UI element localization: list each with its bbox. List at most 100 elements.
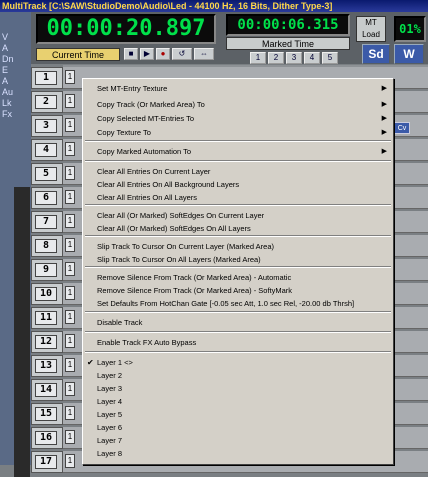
record-button[interactable]: ● — [156, 48, 170, 60]
menu-item[interactable]: Layer 4 — [83, 396, 393, 408]
menu-item-label: Layer 2 — [97, 371, 123, 380]
menu-item[interactable]: Layer 6 — [83, 422, 393, 434]
menu-item[interactable]: Layer 7 — [83, 435, 393, 447]
locate-button-2[interactable]: 2 — [268, 52, 284, 64]
track-number[interactable]: 3 — [35, 119, 57, 133]
menu-item-label: Copy Marked Automation To — [97, 147, 192, 156]
menu-item[interactable]: Layer 5 — [83, 409, 393, 421]
track-number[interactable]: 16 — [35, 431, 57, 445]
menu-item[interactable]: Clear All (Or Marked) SoftEdges On All L… — [83, 223, 393, 235]
menu-item-label: Copy Selected MT-Entries To — [97, 114, 194, 123]
left-toolbar-label[interactable]: Fx — [2, 109, 14, 120]
track-number[interactable]: 7 — [35, 215, 57, 229]
track-header[interactable]: 5 — [31, 163, 63, 185]
menu-item-label: Clear All (Or Marked) SoftEdges On Curre… — [97, 211, 265, 220]
left-toolbar-label[interactable]: A — [2, 43, 14, 54]
track-number[interactable]: 6 — [35, 191, 57, 205]
left-toolbar-label[interactable]: Dn — [2, 54, 14, 65]
menu-item[interactable]: ✔ Layer 1 <> — [83, 357, 393, 369]
track-header[interactable]: 17 — [31, 451, 63, 473]
left-toolbar-label[interactable]: A — [2, 76, 14, 87]
menu-item[interactable]: Copy Selected MT-Entries To ▶ — [83, 113, 393, 125]
track-header[interactable]: 9 — [31, 259, 63, 281]
locate-button-5[interactable]: 5 — [322, 52, 338, 64]
menu-item[interactable]: Slip Track To Cursor On All Layers (Mark… — [83, 254, 393, 266]
track-number[interactable]: 12 — [35, 335, 57, 349]
w-button[interactable]: W — [394, 44, 424, 64]
menu-item[interactable]: Remove Silence From Track (Or Marked Are… — [83, 285, 393, 297]
track-header[interactable]: 7 — [31, 211, 63, 233]
menu-item[interactable]: Clear All (Or Marked) SoftEdges On Curre… — [83, 210, 393, 222]
menu-item-label: Clear All Entries On Current Layer — [97, 167, 211, 176]
stop-button[interactable]: ■ — [124, 48, 138, 60]
menu-item[interactable]: Enable Track FX Auto Bypass — [83, 337, 393, 349]
track-number[interactable]: 4 — [35, 143, 57, 157]
track-header[interactable]: 8 — [31, 235, 63, 257]
menu-item[interactable]: Copy Texture To ▶ — [83, 127, 393, 139]
menu-item[interactable]: Layer 2 — [83, 370, 393, 382]
menu-item[interactable]: Copy Track (Or Marked Area) To ▶ — [83, 99, 393, 111]
left-toolbar-label[interactable]: V — [2, 32, 14, 43]
track-header[interactable]: 15 — [31, 403, 63, 425]
cv-button[interactable]: Cv — [394, 122, 410, 134]
track-number[interactable]: 2 — [35, 95, 57, 109]
track-layer-indicator: 1 — [65, 334, 75, 348]
menu-item[interactable]: Copy Marked Automation To ▶ — [83, 146, 393, 158]
track-number[interactable]: 14 — [35, 383, 57, 397]
left-toolbar-label[interactable]: Lk — [2, 98, 14, 109]
loop-button[interactable]: ↺ — [172, 48, 192, 60]
menu-item[interactable]: Layer 8 — [83, 448, 393, 460]
scrub-button[interactable]: ⇔ — [194, 48, 214, 60]
track-header[interactable]: 10 — [31, 283, 63, 305]
track-number[interactable]: 9 — [35, 263, 57, 277]
menu-item[interactable]: Set Defaults From HotChan Gate [-0.05 se… — [83, 298, 393, 310]
track-number[interactable]: 15 — [35, 407, 57, 421]
track-scroll-strip[interactable] — [14, 187, 30, 477]
sd-button[interactable]: Sd — [362, 44, 390, 64]
menu-separator — [85, 266, 391, 268]
menu-item-label: Clear All (Or Marked) SoftEdges On All L… — [97, 224, 251, 233]
menu-item[interactable]: Slip Track To Cursor On Current Layer (M… — [83, 241, 393, 253]
locate-button-3[interactable]: 3 — [286, 52, 302, 64]
track-header[interactable]: 3 — [31, 115, 63, 137]
left-toolbar-label[interactable]: Au — [2, 87, 14, 98]
track-header[interactable]: 6 — [31, 187, 63, 209]
track-header[interactable]: 13 — [31, 355, 63, 377]
marked-time-label: Marked Time — [226, 37, 350, 50]
menu-item[interactable]: Disable Track — [83, 317, 393, 329]
menu-item-label: Set Defaults From HotChan Gate [-0.05 se… — [97, 299, 355, 308]
track-header[interactable]: 16 — [31, 427, 63, 449]
locate-button-4[interactable]: 4 — [304, 52, 320, 64]
track-header[interactable]: 12 — [31, 331, 63, 353]
track-header[interactable]: 14 — [31, 379, 63, 401]
track-number[interactable]: 17 — [35, 455, 57, 469]
track-number[interactable]: 13 — [35, 359, 57, 373]
track-number[interactable]: 10 — [35, 287, 57, 301]
menu-item[interactable]: Set MT-Entry Texture ▶ — [83, 83, 393, 95]
locate-button-1[interactable]: 1 — [250, 52, 266, 64]
track-header[interactable]: 4 — [31, 139, 63, 161]
left-toolbar-label[interactable]: E — [2, 65, 14, 76]
track-number[interactable]: 8 — [35, 239, 57, 253]
window-title: MultiTrack [C:\SAW\StudioDemo\Audio\Led … — [2, 1, 333, 11]
track-header[interactable]: 1 — [31, 67, 63, 89]
track-header[interactable]: 11 — [31, 307, 63, 329]
submenu-arrow-icon: ▶ — [381, 115, 387, 122]
left-toolbar: V A Dn E A Au Lk Fx — [0, 12, 31, 477]
track-number[interactable]: 5 — [35, 167, 57, 181]
current-time-display: 00:00:20.897 — [36, 14, 216, 44]
load-percent-display: 01% — [394, 16, 426, 42]
menu-item[interactable]: Remove Silence From Track (Or Marked Are… — [83, 272, 393, 284]
left-toolbar-labels: V A Dn E A Au Lk Fx — [2, 32, 14, 120]
menu-item[interactable]: Clear All Entries On All Layers — [83, 192, 393, 204]
menu-item[interactable]: Clear All Entries On All Background Laye… — [83, 179, 393, 191]
track-header[interactable]: 2 — [31, 91, 63, 113]
track-number[interactable]: 11 — [35, 311, 57, 325]
menu-item-label: Disable Track — [97, 318, 143, 327]
menu-item[interactable]: Clear All Entries On Current Layer — [83, 166, 393, 178]
track-layer-indicator: 1 — [65, 118, 75, 132]
play-button[interactable]: ▶ — [140, 48, 154, 60]
menu-item[interactable]: Layer 3 — [83, 383, 393, 395]
menu-separator — [85, 204, 391, 206]
track-number[interactable]: 1 — [35, 71, 57, 85]
